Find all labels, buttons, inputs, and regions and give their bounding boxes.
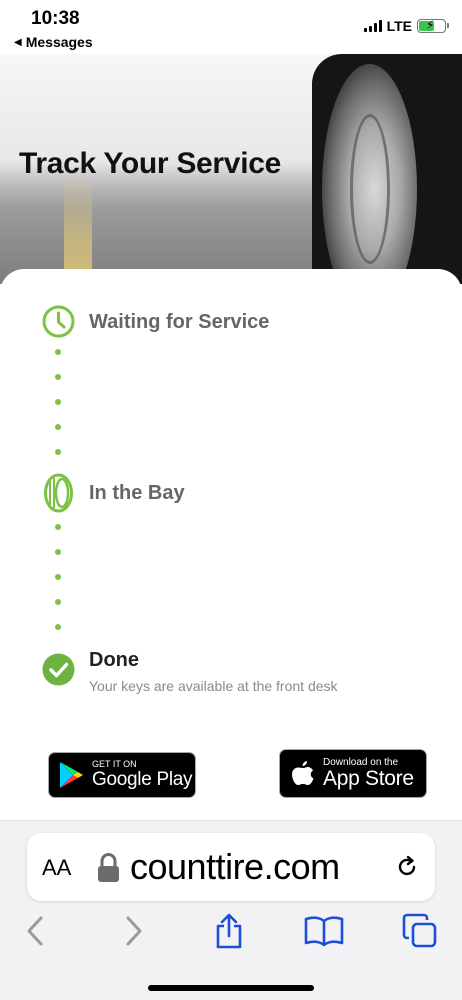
progress-dot	[55, 574, 61, 580]
home-indicator[interactable]	[148, 985, 314, 991]
app-store-badge[interactable]: Download on the App Store	[279, 749, 427, 798]
lane-marking	[64, 174, 92, 284]
aa-label: AA	[42, 855, 72, 880]
book-icon	[304, 916, 344, 947]
check-circle-icon	[42, 653, 75, 686]
progress-dot	[55, 424, 61, 430]
screen: 10:38 ◀ Messages LTE ⚡ Track Your Servic…	[0, 0, 462, 1000]
status-indicators: LTE ⚡	[363, 18, 449, 34]
carrier-label: LTE	[386, 18, 412, 34]
bookmarks-button[interactable]	[304, 911, 344, 951]
browser-toolbar: AA counttire.com	[0, 820, 462, 1000]
tabs-icon	[402, 913, 437, 948]
progress-dot	[55, 349, 61, 355]
hero-banner: Track Your Service	[0, 54, 462, 284]
battery-icon: ⚡	[417, 18, 449, 33]
step-in-bay-label: In the Bay	[89, 482, 185, 504]
progress-dot	[55, 374, 61, 380]
google-play-badge[interactable]: GET IT ON Google Play	[48, 752, 196, 798]
google-play-icon	[60, 762, 83, 788]
lock-icon	[98, 853, 119, 882]
wheel-rim	[350, 114, 390, 264]
progress-dot	[55, 599, 61, 605]
chevron-left-icon	[27, 916, 43, 946]
tire-icon	[44, 473, 73, 513]
page-title: Track Your Service	[19, 147, 281, 180]
step-waiting-label: Waiting for Service	[89, 311, 270, 333]
step-done-subtitle: Your keys are available at the front des…	[89, 678, 338, 694]
app-store-small: Download on the	[323, 756, 399, 768]
address-bar[interactable]: AA counttire.com	[27, 833, 435, 901]
back-to-messages[interactable]: ◀ Messages	[14, 34, 93, 50]
google-play-big: Google Play	[92, 769, 193, 790]
share-button[interactable]	[209, 911, 249, 951]
status-bar: 10:38 ◀ Messages LTE ⚡	[0, 0, 462, 54]
reader-aa-button[interactable]: AA	[42, 855, 71, 881]
signal-strength-icon	[363, 20, 382, 32]
status-time: 10:38	[31, 8, 80, 29]
tracker-card: Waiting for Service In the Bay Done Your…	[0, 269, 462, 829]
share-icon	[216, 913, 242, 949]
progress-dot	[55, 449, 61, 455]
url-text: counttire.com	[130, 846, 340, 887]
progress-dot	[55, 524, 61, 530]
apple-logo-icon	[292, 760, 314, 785]
progress-dot	[55, 399, 61, 405]
back-triangle-icon: ◀	[14, 36, 22, 48]
progress-dot	[55, 624, 61, 630]
reload-icon[interactable]	[395, 855, 419, 879]
chevron-right-icon	[126, 916, 142, 946]
clock-icon	[42, 305, 75, 338]
google-play-small: GET IT ON	[92, 759, 137, 769]
step-done-label: Done	[89, 649, 139, 671]
forward-button[interactable]	[114, 911, 154, 951]
tabs-button[interactable]	[400, 911, 440, 951]
app-store-big: App Store	[323, 766, 414, 790]
app-store-text: Download on the App Store	[323, 756, 414, 790]
progress-dot	[55, 549, 61, 555]
google-play-text: GET IT ON Google Play	[92, 759, 193, 791]
back-button[interactable]	[15, 911, 55, 951]
back-app-label: Messages	[25, 34, 93, 50]
